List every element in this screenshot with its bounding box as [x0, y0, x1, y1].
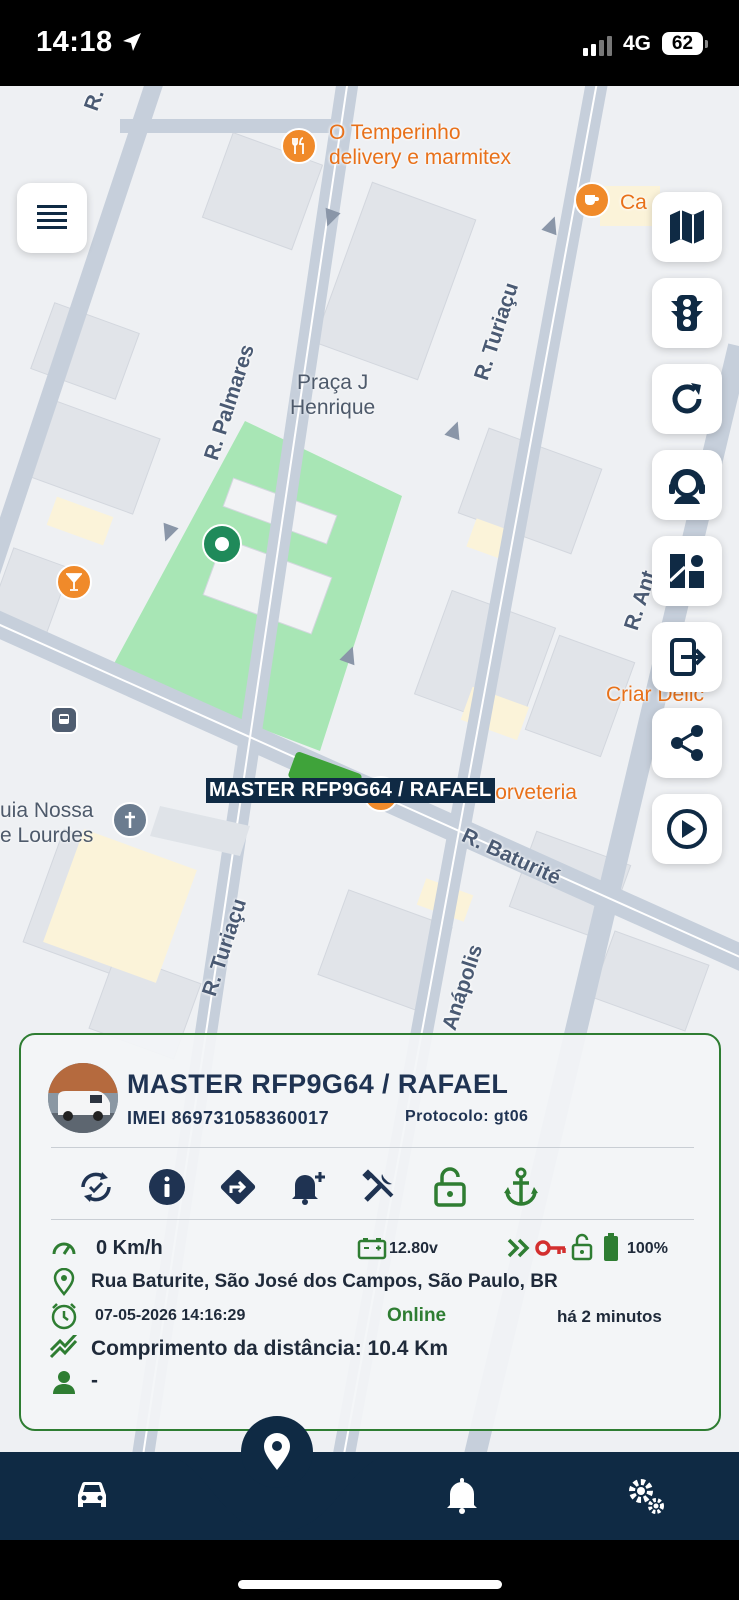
green-place-pin-icon[interactable]: [202, 524, 242, 564]
menu-button[interactable]: [17, 183, 87, 253]
share-icon: [671, 725, 703, 761]
share-button[interactable]: [652, 708, 722, 778]
tools-icon: [362, 1169, 394, 1202]
unlock-status-icon: [571, 1233, 593, 1261]
playback-button[interactable]: [652, 794, 722, 864]
divider: [51, 1219, 694, 1220]
directions-button[interactable]: [216, 1165, 260, 1209]
car-icon: [78, 1481, 106, 1507]
refresh-button[interactable]: [652, 364, 722, 434]
bottom-nav: [0, 1416, 739, 1540]
bell-icon: [447, 1478, 477, 1514]
status-bar: 14:18 4G 62: [0, 0, 739, 86]
double-chevron-icon: [507, 1238, 530, 1258]
street-view-icon: [668, 554, 704, 588]
nav-vehicles[interactable]: [62, 1466, 122, 1526]
sync-icon: [81, 1172, 111, 1202]
home-indicator[interactable]: [238, 1580, 502, 1589]
nav-settings[interactable]: [616, 1466, 676, 1526]
vehicle-title: MASTER RFP9G64 / RAFAEL: [127, 1069, 509, 1099]
vehicle-map-label[interactable]: MASTER RFP9G64 / RAFAEL: [206, 778, 495, 803]
street-view-button[interactable]: [652, 536, 722, 606]
sync-button[interactable]: [74, 1165, 118, 1209]
map-icon: [670, 210, 704, 244]
traffic-button[interactable]: [652, 278, 722, 348]
poi-cafe[interactable]: Ca: [620, 190, 647, 215]
ignition-key-icon: [535, 1240, 566, 1256]
location-pin-icon: [264, 1433, 290, 1470]
battery-percent: 100%: [627, 1240, 668, 1257]
unlock-icon: [434, 1167, 466, 1207]
support-agent-icon: [669, 469, 705, 504]
divider: [51, 1147, 694, 1148]
trend-icon: [49, 1333, 79, 1363]
church-pin-icon[interactable]: [112, 802, 148, 838]
location-pin-icon: [49, 1267, 79, 1297]
bell-plus-icon: [292, 1172, 325, 1205]
maintenance-button[interactable]: [357, 1165, 401, 1209]
home-indicator-area: [0, 1540, 739, 1600]
list-icon: [37, 205, 67, 229]
clock-icon: [49, 1301, 79, 1331]
poi-igreja[interactable]: uia Nossa e Lourdes: [0, 798, 93, 848]
info-button[interactable]: [145, 1165, 189, 1209]
play-icon: [667, 809, 707, 849]
vehicle-avatar: [48, 1063, 118, 1133]
car-battery-icon: [357, 1233, 387, 1263]
settings-icon: [629, 1479, 664, 1514]
nav-map[interactable]: [241, 1416, 313, 1488]
status-time: 14:18: [36, 26, 113, 58]
vehicle-protocol: Protocolo: gt06: [405, 1108, 529, 1125]
map-type-button[interactable]: [652, 192, 722, 262]
poi-praca: Praça J Henrique: [290, 370, 375, 420]
online-status: Online: [387, 1305, 447, 1326]
voltage-value: 12.80v: [389, 1240, 438, 1257]
time-ago: há 2 minutos: [557, 1307, 662, 1326]
directions-icon: [220, 1169, 256, 1205]
anchor-icon: [504, 1167, 538, 1206]
info-icon: [149, 1169, 185, 1205]
battery-full-icon: [604, 1233, 618, 1261]
logout-icon: [670, 638, 706, 676]
last-update-datetime: 07-05-2026 14:16:29: [95, 1307, 246, 1324]
nav-alerts[interactable]: [432, 1466, 492, 1526]
unlock-button[interactable]: [428, 1165, 472, 1209]
support-button[interactable]: [652, 450, 722, 520]
bar-pin-icon[interactable]: [56, 564, 92, 600]
logout-button[interactable]: [652, 622, 722, 692]
add-alert-button[interactable]: [287, 1165, 331, 1209]
poi-praca-text: Praça J Henrique: [290, 371, 376, 420]
cafe-pin-icon[interactable]: [574, 182, 610, 218]
traffic-light-icon: [671, 295, 703, 331]
poi-temperinho-text: O Temperinho delivery e marmitex: [329, 121, 512, 170]
refresh-icon: [672, 383, 702, 414]
poi-igreja-text: uia Nossa e Lourdes: [0, 799, 94, 848]
signal-icon: [583, 36, 612, 56]
location-arrow-icon: [123, 33, 141, 51]
distance-value: Comprimento da distância: 10.4 Km: [91, 1337, 449, 1360]
bus-stop-icon[interactable]: [50, 706, 78, 734]
anchor-button[interactable]: [499, 1165, 543, 1209]
restaurant-pin-icon[interactable]: [281, 128, 317, 164]
speed-value: 0 Km/h: [96, 1237, 163, 1259]
battery-indicator: 62: [662, 32, 708, 55]
address-value: Rua Baturite, São José dos Campos, São P…: [91, 1271, 558, 1292]
vehicle-imei: IMEI 869731058360017: [127, 1108, 330, 1128]
poi-temperinho[interactable]: O Temperinho delivery e marmitex: [329, 120, 511, 170]
speedometer-icon: [49, 1233, 79, 1263]
network-type: 4G: [623, 32, 652, 55]
